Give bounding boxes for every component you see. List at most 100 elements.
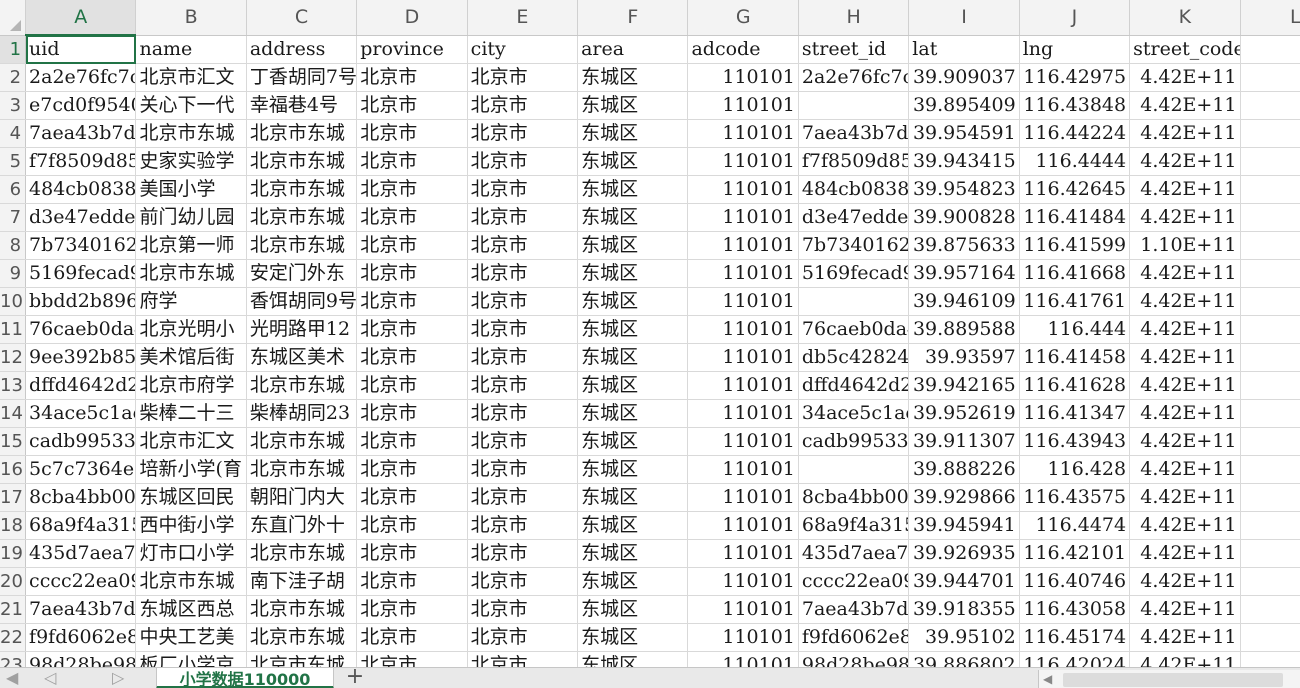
cell-l20[interactable] [1240,567,1300,596]
cell-c1[interactable]: address [246,35,358,64]
cell-l16[interactable] [1240,455,1300,484]
cell-b3[interactable]: 关心下一代 [135,91,247,120]
cell-k9[interactable]: 4.42E+11 [1129,259,1241,288]
cell-h18[interactable]: 68a9f4a315 [798,511,910,540]
cell-e1[interactable]: city [467,35,579,64]
cell-a6[interactable]: 484cb08380 [25,175,137,204]
cell-l7[interactable] [1240,203,1300,232]
row-header[interactable]: 16 [0,455,27,484]
cell-a7[interactable]: d3e47eddec [25,203,137,232]
cell-c12[interactable]: 东城区美术 [246,343,358,372]
column-header-f[interactable]: F [577,0,689,36]
cell-l14[interactable] [1240,399,1300,428]
cell-b13[interactable]: 北京市府学 [135,371,247,400]
cell-b4[interactable]: 北京市东城 [135,119,247,148]
cell-b18[interactable]: 西中街小学 [135,511,247,540]
cell-k2[interactable]: 4.42E+11 [1129,63,1241,92]
cell-l18[interactable] [1240,511,1300,540]
cell-i16[interactable]: 39.888226 [908,455,1020,484]
cell-j11[interactable]: 116.444 [1019,315,1131,344]
horizontal-scrollbar[interactable]: ◀ [1038,670,1300,688]
cell-f20[interactable]: 东城区 [577,567,689,596]
cell-d3[interactable]: 北京市 [356,91,468,120]
cell-d18[interactable]: 北京市 [356,511,468,540]
column-header-c[interactable]: C [246,0,358,36]
cell-c20[interactable]: 南下洼子胡 [246,567,358,596]
first-sheet-icon[interactable]: ◀ [6,670,18,686]
cell-a11[interactable]: 76caeb0da4 [25,315,137,344]
cell-g11[interactable]: 110101 [687,315,799,344]
cell-j2[interactable]: 116.42975 [1019,63,1131,92]
cell-c18[interactable]: 东直门外十 [246,511,358,540]
cell-e3[interactable]: 北京市 [467,91,579,120]
row-header[interactable]: 6 [0,175,27,204]
row-header[interactable]: 4 [0,119,27,148]
cell-c9[interactable]: 安定门外东 [246,259,358,288]
cell-f7[interactable]: 东城区 [577,203,689,232]
cell-e7[interactable]: 北京市 [467,203,579,232]
cell-e4[interactable]: 北京市 [467,119,579,148]
row-header[interactable]: 5 [0,147,27,176]
cell-a2[interactable]: 2a2e76fc7c [25,63,137,92]
cell-b15[interactable]: 北京市汇文 [135,427,247,456]
cell-d11[interactable]: 北京市 [356,315,468,344]
cell-h5[interactable]: f7f8509d85 [798,147,910,176]
cell-a22[interactable]: f9fd6062e8 [25,623,137,652]
cell-d21[interactable]: 北京市 [356,595,468,624]
cell-g8[interactable]: 110101 [687,231,799,260]
cell-l15[interactable] [1240,427,1300,456]
cell-f21[interactable]: 东城区 [577,595,689,624]
cell-e18[interactable]: 北京市 [467,511,579,540]
row-header[interactable]: 1 [0,35,27,64]
cell-c22[interactable]: 北京市东城 [246,623,358,652]
cell-k1[interactable]: street_code [1129,35,1241,64]
cell-d19[interactable]: 北京市 [356,539,468,568]
cell-g4[interactable]: 110101 [687,119,799,148]
cell-g16[interactable]: 110101 [687,455,799,484]
cell-j14[interactable]: 116.41347 [1019,399,1131,428]
row-header[interactable]: 10 [0,287,27,316]
cell-c17[interactable]: 朝阳门内大 [246,483,358,512]
column-header-b[interactable]: B [135,0,247,36]
cell-h16[interactable] [798,455,910,484]
cell-i18[interactable]: 39.945941 [908,511,1020,540]
column-header-k[interactable]: K [1129,0,1241,36]
cell-f4[interactable]: 东城区 [577,119,689,148]
cell-c6[interactable]: 北京市东城 [246,175,358,204]
cell-g20[interactable]: 110101 [687,567,799,596]
cell-d9[interactable]: 北京市 [356,259,468,288]
cell-h17[interactable]: 8cba4bb004 [798,483,910,512]
row-header[interactable]: 8 [0,231,27,260]
cell-b10[interactable]: 府学 [135,287,247,316]
cell-j1[interactable]: lng [1019,35,1131,64]
column-header-a[interactable]: A [25,0,137,36]
column-header-h[interactable]: H [798,0,910,36]
cell-a5[interactable]: f7f8509d85 [25,147,137,176]
cell-l19[interactable] [1240,539,1300,568]
cell-j19[interactable]: 116.42101 [1019,539,1131,568]
cell-k16[interactable]: 4.42E+11 [1129,455,1241,484]
cell-h13[interactable]: dffd4642d2 [798,371,910,400]
cell-k8[interactable]: 1.10E+11 [1129,231,1241,260]
cell-a9[interactable]: 5169fecad9 [25,259,137,288]
cell-a15[interactable]: cadb995336 [25,427,137,456]
cell-g7[interactable]: 110101 [687,203,799,232]
cell-j6[interactable]: 116.42645 [1019,175,1131,204]
cell-j18[interactable]: 116.4474 [1019,511,1131,540]
cell-e20[interactable]: 北京市 [467,567,579,596]
cell-k15[interactable]: 4.42E+11 [1129,427,1241,456]
cell-l1[interactable] [1240,35,1300,64]
cell-h11[interactable]: 76caeb0da4 [798,315,910,344]
cell-g17[interactable]: 110101 [687,483,799,512]
cell-b7[interactable]: 前门幼儿园 [135,203,247,232]
cell-d2[interactable]: 北京市 [356,63,468,92]
row-header[interactable]: 22 [0,623,27,652]
cell-j22[interactable]: 116.45174 [1019,623,1131,652]
cell-c8[interactable]: 北京市东城 [246,231,358,260]
cell-a10[interactable]: bbdd2b896e [25,287,137,316]
cell-a12[interactable]: 9ee392b85f [25,343,137,372]
cell-d17[interactable]: 北京市 [356,483,468,512]
cell-g14[interactable]: 110101 [687,399,799,428]
cell-l4[interactable] [1240,119,1300,148]
cell-a8[interactable]: 7b73401628 [25,231,137,260]
